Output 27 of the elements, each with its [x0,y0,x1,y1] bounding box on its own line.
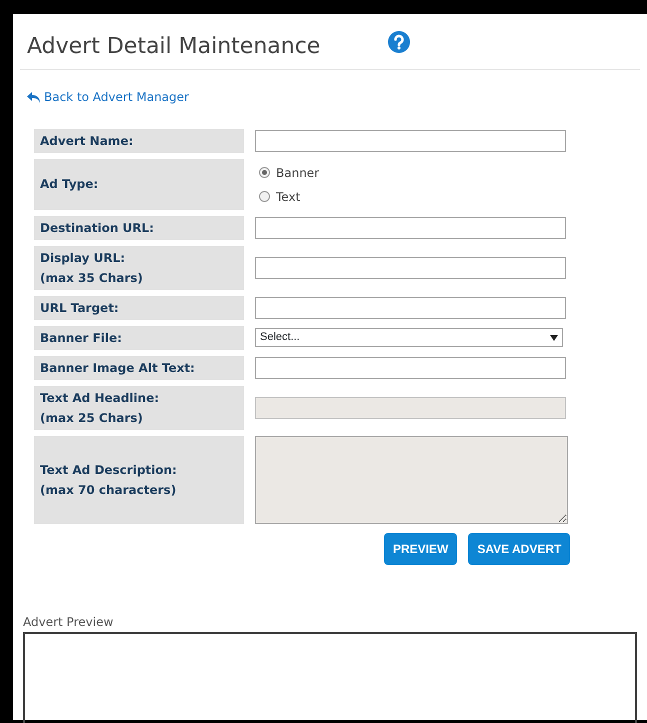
field-label: Destination URL: [34,216,244,240]
field-label: Advert Name: [34,128,244,152]
field-label: Text Ad Description: (max 70 characters) [34,436,244,524]
input-field[interactable] [255,356,566,378]
save-button[interactable]: SAVE ADVERT [468,532,570,564]
input-field[interactable] [255,296,566,318]
field-label: Banner File: [34,326,244,350]
radio-button[interactable] [259,191,270,202]
field-label: Display URL: (max 35 Chars) [34,246,244,290]
back-arrow-icon [27,92,41,102]
input-field[interactable] [255,256,566,278]
page-title: Advert Detail Maintenance [27,32,320,60]
help-icon[interactable] [388,30,410,52]
field-label: Banner Image Alt Text: [34,356,244,380]
option-label: Text [276,188,300,206]
preview-button[interactable]: PREVIEW [384,532,458,564]
field-label: Ad Type: [34,158,244,210]
preview-label: Advert Preview [23,614,114,630]
input-field[interactable] [255,216,566,238]
option-label: Banner [276,164,320,182]
field-label: Text Ad Headline: (max 25 Chars) [34,386,244,430]
radio-button[interactable] [259,167,270,178]
dropdown-arrow-icon [550,334,558,340]
input-field[interactable] [255,130,566,152]
select-dropdown[interactable]: Select... [255,328,563,347]
back-link[interactable]: Back to Advert Manager [27,88,189,106]
field-label: URL Target: [34,296,244,320]
